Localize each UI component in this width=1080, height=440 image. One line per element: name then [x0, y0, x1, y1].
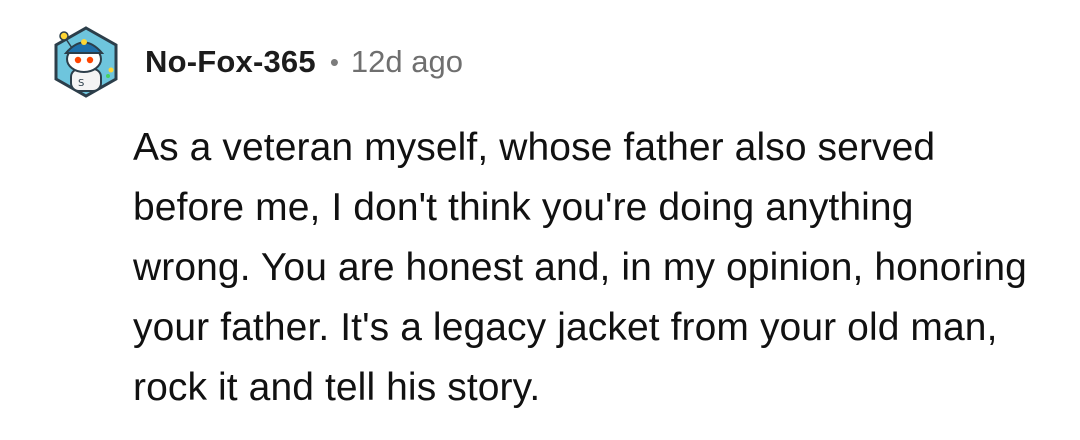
svg-text:S: S	[78, 78, 84, 89]
comment-body: As a veteran myself, whose father also s…	[133, 126, 1027, 409]
meta-separator: •	[329, 47, 339, 77]
author-username[interactable]: No-Fox-365	[145, 44, 316, 80]
reddit-snoo-avatar-icon: S	[54, 26, 118, 98]
user-avatar[interactable]: S	[52, 26, 120, 98]
comment-timestamp[interactable]: 12d ago	[351, 44, 463, 80]
comment: S No-Fox-365 • 12d ago As a veteran myse…	[0, 0, 1080, 440]
comment-meta: No-Fox-365 • 12d ago	[145, 40, 463, 84]
